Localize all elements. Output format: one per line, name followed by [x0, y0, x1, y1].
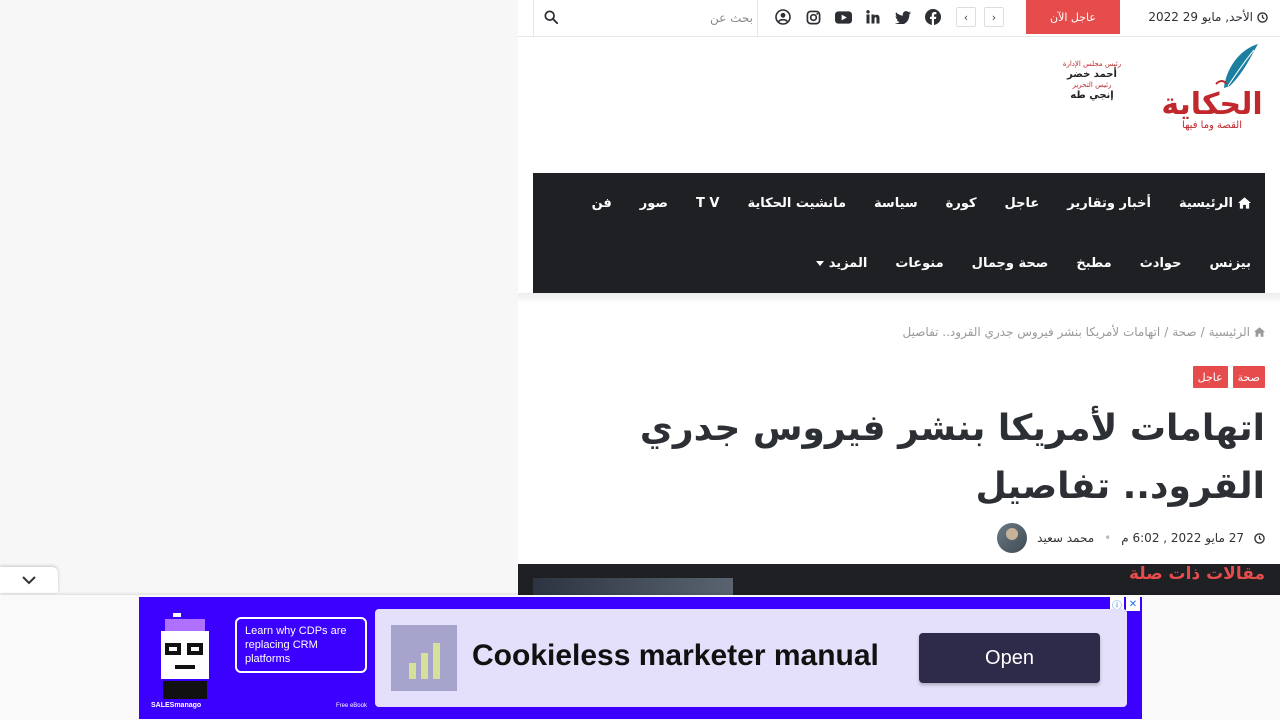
- ad-thumbnail: [391, 625, 457, 691]
- ad-close-icon[interactable]: ✕: [1126, 597, 1140, 611]
- clock-icon: [1257, 11, 1268, 23]
- article-date: 27 مايو 2022 , 6:02 م: [1121, 531, 1244, 545]
- ad-collapse-toggle[interactable]: [0, 567, 58, 593]
- nav-item-football[interactable]: كورة: [946, 196, 977, 211]
- nav-item-news[interactable]: أخبار وتقارير: [1067, 196, 1151, 211]
- breadcrumb-sep: /: [1164, 325, 1169, 339]
- nav-item-accidents[interactable]: حوادث: [1140, 256, 1182, 271]
- prev-news-button[interactable]: ‹: [956, 7, 976, 27]
- clock-icon: [1254, 532, 1265, 544]
- nav-row-1: الرئيسية أخبار وتقارير عاجل كورة سياسة م…: [592, 173, 1251, 233]
- home-icon: [1238, 197, 1251, 209]
- top-bar: ‹ › عاجل الآن الأحد, مايو 29 2022: [518, 0, 1280, 37]
- facebook-icon[interactable]: [924, 8, 942, 26]
- bar-chart-icon: [409, 643, 440, 679]
- nav-label: الرئيسية: [1178, 195, 1233, 211]
- ad-ebook-label: Free eBook: [335, 703, 367, 709]
- ad-panel: Cookieless marketer manual Open: [375, 609, 1127, 707]
- ad-cdp-text: Learn why CDPs are replacing CRM platfor…: [235, 617, 367, 673]
- article-title: اتهامات لأمريكا بنشر فيروس جدري القرود..…: [639, 408, 1265, 507]
- nav-item-tv[interactable]: T V: [696, 196, 719, 211]
- search-input[interactable]: [568, 6, 753, 30]
- related-articles-title: مقالات ذات صلة: [1128, 564, 1265, 584]
- editor-role: رئيس مجلس الإدارة: [1062, 60, 1122, 68]
- twitter-icon[interactable]: [894, 8, 912, 26]
- nav-item-kitchen[interactable]: مطبخ: [1076, 256, 1111, 271]
- current-date: الأحد, مايو 29 2022: [1148, 10, 1253, 24]
- nav-item-home[interactable]: الرئيسية: [1179, 196, 1251, 211]
- nav-row-2: بيزنس حوادث مطبخ صحة وجمال منوعات المزيد: [815, 233, 1251, 293]
- instagram-icon[interactable]: [804, 8, 822, 26]
- breadcrumb-section[interactable]: صحة: [1172, 325, 1196, 339]
- breadcrumb: الرئيسية / صحة / اتهامات لأمريكا بنشر في…: [903, 325, 1265, 339]
- breadcrumb-sep: /: [1200, 325, 1205, 339]
- nav-item-health[interactable]: صحة وجمال: [972, 256, 1049, 271]
- category-badge[interactable]: صحة: [1232, 366, 1265, 388]
- nav-shadow: [518, 293, 1280, 303]
- breadcrumb-current: اتهامات لأمريكا بنشر فيروس جدري القرود..…: [902, 325, 1161, 339]
- article-meta: محمد سعيد • 27 مايو 2022 , 6:02 م: [997, 523, 1265, 553]
- chevron-down-icon: [22, 576, 36, 585]
- ad-headline: Cookieless marketer manual: [472, 639, 879, 672]
- ad-open-button[interactable]: Open: [919, 633, 1100, 683]
- nav-item-more[interactable]: المزيد: [815, 255, 868, 271]
- author-avatar[interactable]: [997, 523, 1028, 553]
- site-logo[interactable]: الحكاية القصة وما فيها: [1154, 40, 1268, 132]
- editor-name: أحمد خضر: [1067, 68, 1117, 80]
- nav-item-politics[interactable]: سياسة: [874, 196, 918, 211]
- linkedin-icon[interactable]: [864, 8, 882, 26]
- nav-item-misc[interactable]: منوعات: [895, 256, 943, 271]
- nav-item-business[interactable]: بيزنس: [1209, 256, 1251, 271]
- ad-creative: Learn why CDPs are replacing CRM platfor…: [147, 605, 367, 713]
- youtube-icon[interactable]: [834, 8, 852, 26]
- logo-slogan: القصة وما فيها: [1182, 120, 1242, 131]
- logo-text: الحكاية: [1161, 87, 1262, 122]
- nav-item-urgent[interactable]: عاجل: [1005, 196, 1040, 211]
- editors-block: رئيس مجلس الإدارة أحمد خضر رئيس التحرير …: [1054, 60, 1130, 103]
- top-divider: [757, 0, 758, 36]
- meta-separator: •: [1104, 531, 1112, 545]
- breaking-news-label: عاجل الآن: [1026, 0, 1120, 34]
- caret-down-icon: [815, 260, 824, 266]
- nav-item-art[interactable]: فن: [592, 196, 612, 211]
- user-icon[interactable]: [774, 8, 792, 26]
- nav-label: المزيد: [828, 255, 868, 271]
- main-nav: الرئيسية أخبار وتقارير عاجل كورة سياسة م…: [533, 173, 1265, 293]
- search-divider: [533, 0, 534, 36]
- editor-role: رئيس التحرير: [1072, 81, 1112, 90]
- next-news-button[interactable]: ›: [984, 7, 1004, 27]
- top-date: الأحد, مايو 29 2022: [1148, 0, 1268, 34]
- editor-name: إنجي طه: [1070, 90, 1114, 101]
- ad-banner[interactable]: ⓘ ✕ Learn why CDPs are replacing CRM pla…: [139, 597, 1142, 719]
- home-icon: [1254, 327, 1265, 337]
- category-badges: صحة عاجل: [1192, 366, 1265, 388]
- ad-brand: SALESmanago: [151, 702, 202, 709]
- nav-item-photos[interactable]: صور: [640, 196, 668, 211]
- search-icon[interactable]: [544, 10, 558, 24]
- author-name[interactable]: محمد سعيد: [1037, 531, 1094, 545]
- ad-mascot-icon: [161, 613, 209, 699]
- nav-item-headlines[interactable]: مانشيت الحكاية: [747, 196, 846, 211]
- breadcrumb-home[interactable]: الرئيسية: [1209, 325, 1250, 339]
- category-badge[interactable]: عاجل: [1192, 366, 1228, 388]
